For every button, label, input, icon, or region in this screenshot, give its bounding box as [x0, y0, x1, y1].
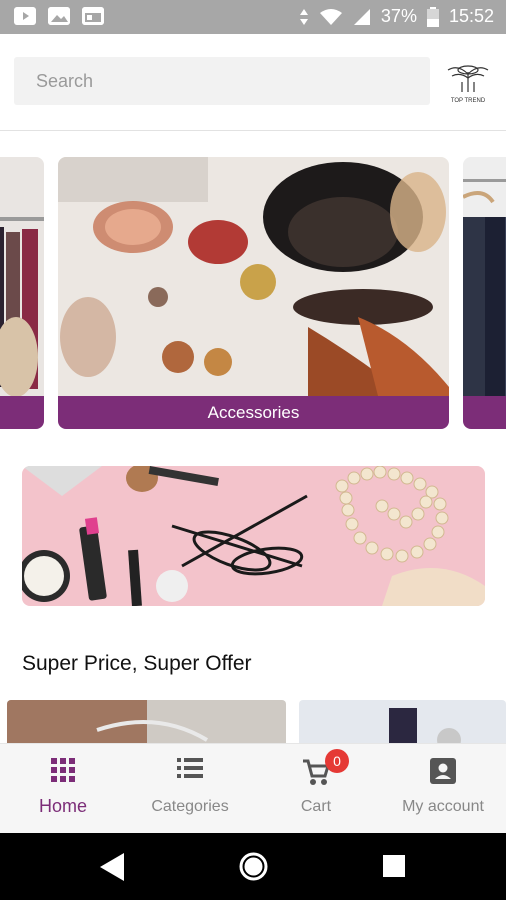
back-icon[interactable] [100, 853, 126, 881]
clothing-rack-image [0, 157, 44, 397]
cart-count-badge: 0 [325, 749, 349, 773]
bottom-nav: Home Categories 0 Cart My account [0, 743, 506, 833]
grid-icon [51, 758, 75, 782]
promo-banner-image [22, 466, 485, 606]
browser-icon [82, 7, 104, 25]
nav-label-my-account: My account [402, 798, 484, 815]
list-icon [177, 758, 203, 778]
battery-icon [426, 6, 439, 27]
status-bar: 37% 15:52 [0, 0, 506, 34]
carousel-card-accessories[interactable]: Accessories [58, 157, 449, 429]
section-title: Super Price, Super Offer [22, 652, 252, 675]
carousel-card-label: Accessories [58, 396, 449, 429]
signal-icon [353, 8, 370, 25]
nav-label-home: Home [38, 796, 87, 816]
nav-item-categories[interactable]: Categories [127, 744, 253, 834]
clock: 15:52 [448, 6, 494, 26]
promo-banner[interactable] [22, 466, 485, 606]
nav-label-cart: Cart [300, 798, 332, 815]
battery-percent: 37% [380, 6, 417, 26]
youtube-icon [14, 7, 36, 25]
nav-item-home[interactable]: Home [0, 744, 126, 834]
system-indicators: 37% 15:52 [299, 6, 494, 27]
accessories-image [58, 157, 449, 396]
account-icon [430, 758, 456, 784]
recents-icon[interactable] [383, 855, 405, 877]
wifi-icon [319, 8, 342, 25]
nav-item-cart[interactable]: 0 Cart [253, 744, 379, 834]
logo-text: TOP TREND [451, 98, 486, 104]
notification-icons [14, 7, 104, 25]
android-nav-bar [0, 833, 506, 900]
jackets-rack-image [463, 157, 506, 396]
carousel-card-label [463, 396, 506, 429]
data-arrows-icon [299, 8, 308, 25]
carousel-card-next[interactable] [463, 157, 506, 429]
search-input[interactable]: Search [14, 57, 430, 105]
carousel-card-prev[interactable] [0, 157, 44, 429]
photo-icon [48, 7, 70, 25]
nav-item-my-account[interactable]: My account [380, 744, 506, 834]
home-circle-icon[interactable] [238, 851, 269, 882]
nav-label-categories: Categories [151, 798, 229, 815]
carousel-card-label [0, 396, 44, 429]
brand-logo[interactable]: TOP TREND [442, 58, 494, 106]
header-divider [0, 130, 506, 131]
